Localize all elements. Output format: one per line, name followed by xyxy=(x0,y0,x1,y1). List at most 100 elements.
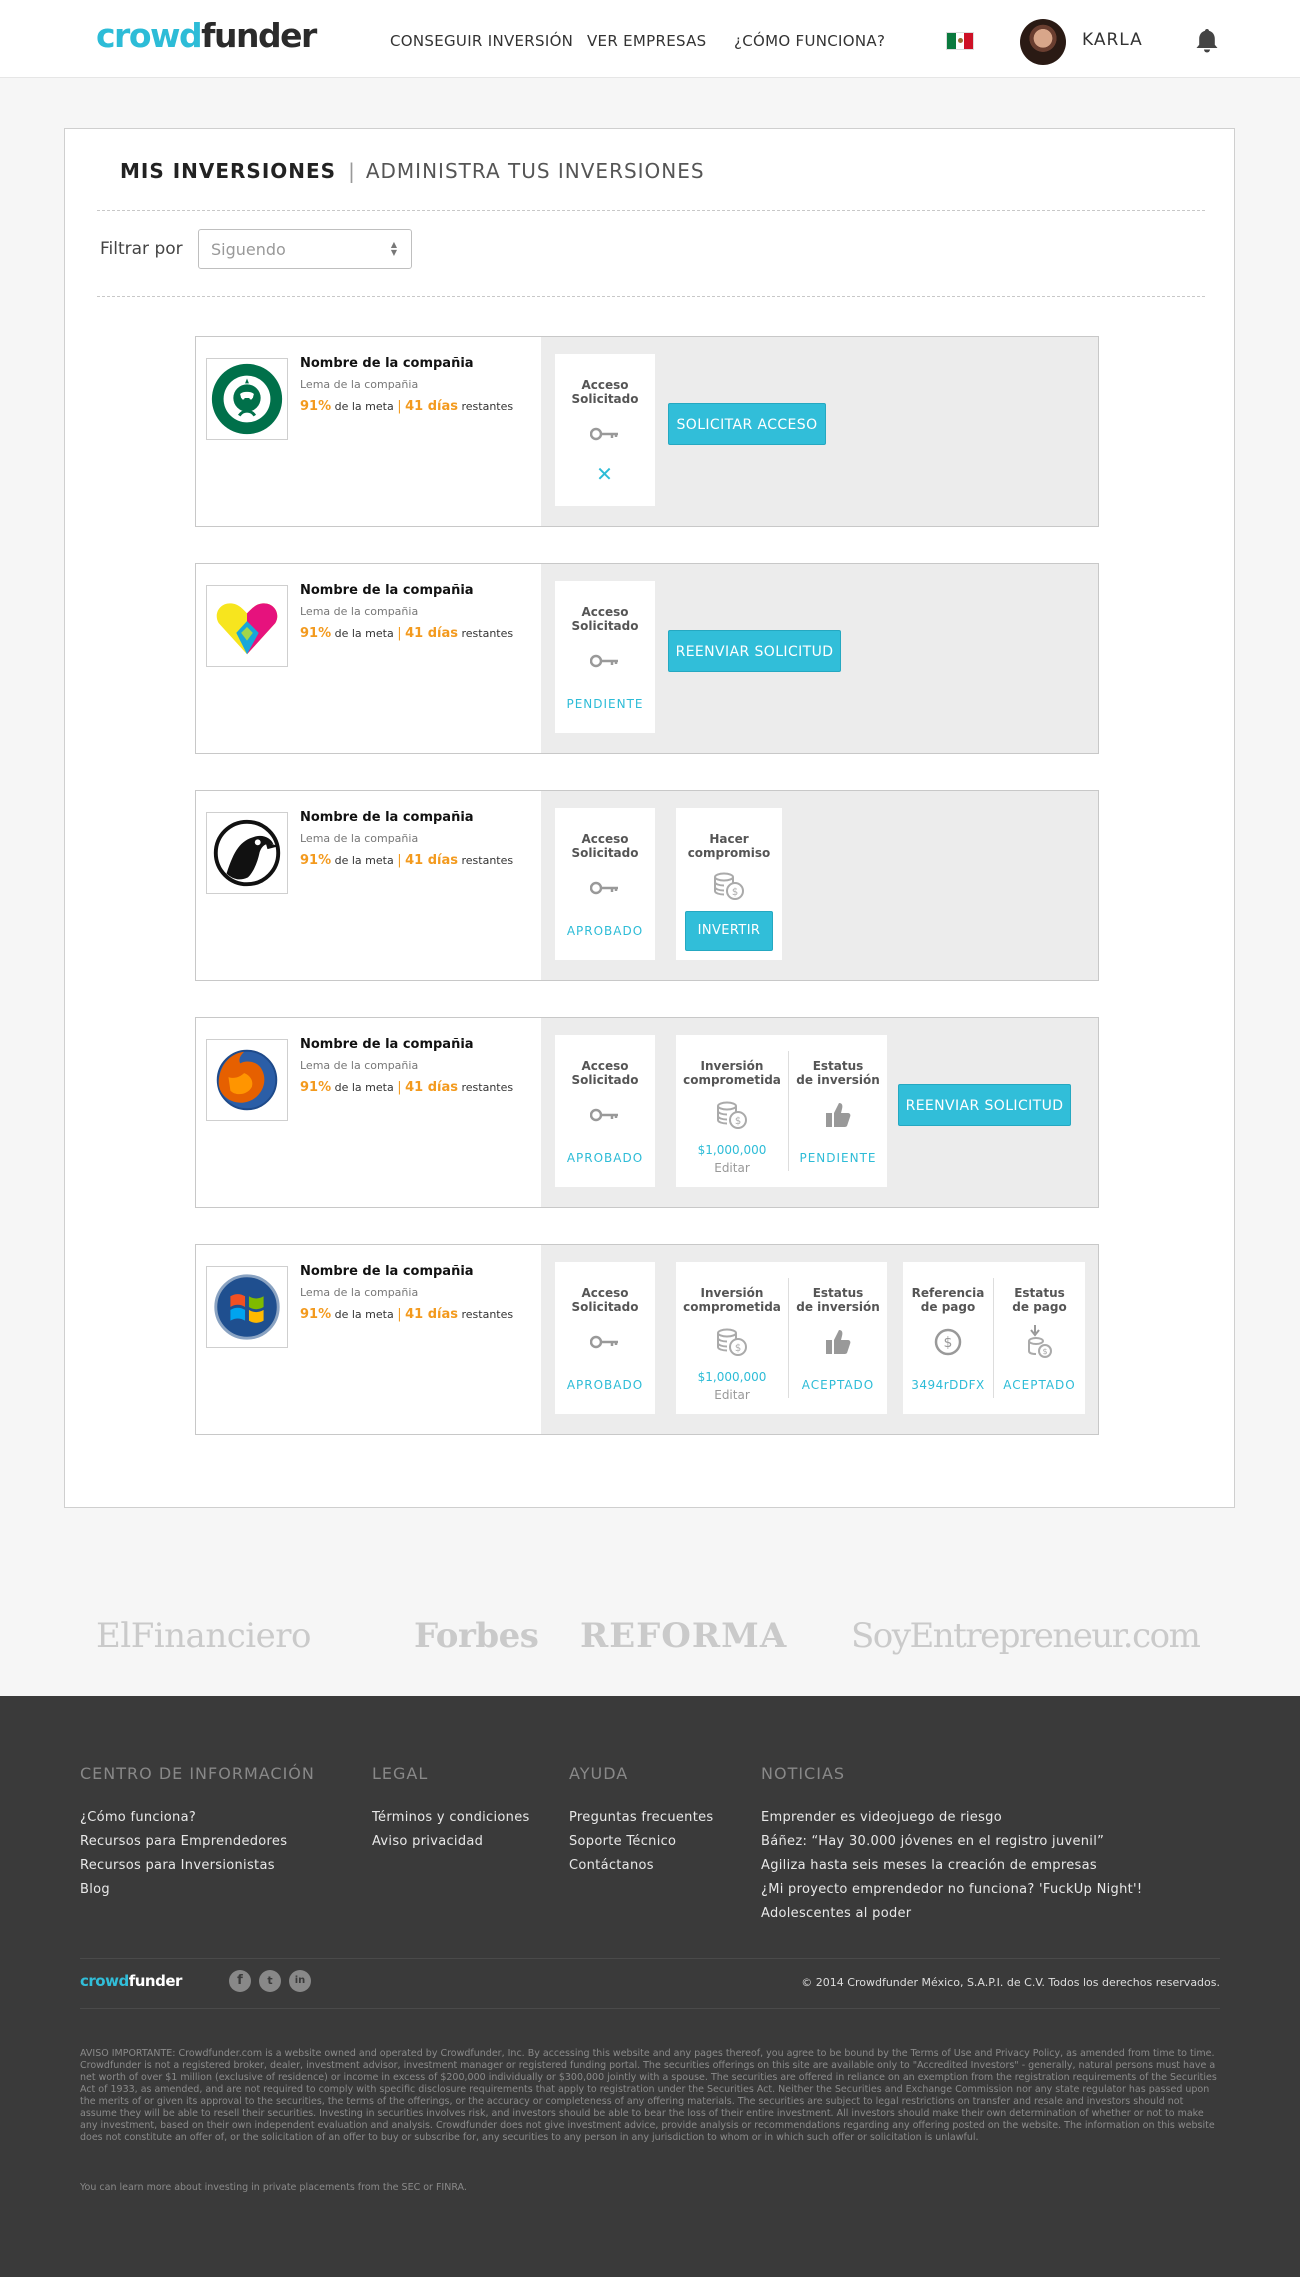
rejected-x-icon: ✕ xyxy=(596,462,614,486)
nav-ver-empresas[interactable]: VER EMPRESAS xyxy=(587,32,706,50)
footer-link[interactable]: Recursos para Inversionistas xyxy=(80,1858,275,1873)
investment-card: Nombre de la compañia Lema de la compañi… xyxy=(195,563,1099,754)
learn-more-text: You can learn more about investing in pr… xyxy=(80,2182,467,2193)
svg-text:$: $ xyxy=(732,887,738,898)
linkedin-icon[interactable]: in xyxy=(289,1970,311,1992)
footer-link[interactable]: Aviso privacidad xyxy=(372,1834,483,1849)
footer-news-link[interactable]: Emprender es videojuego de riesgo xyxy=(761,1810,1002,1825)
company-name[interactable]: Nombre de la compañia xyxy=(300,1037,474,1052)
investment-card: Nombre de la compañia Lema de la compañi… xyxy=(195,1017,1099,1208)
access-requested-tile: Acceso Solicitado APROBADO xyxy=(555,1035,655,1187)
avatar[interactable] xyxy=(1020,19,1066,65)
divider xyxy=(97,296,1205,297)
facebook-icon[interactable]: f xyxy=(229,1970,251,1992)
invest-button[interactable]: INVERTIR xyxy=(685,911,773,951)
copyright: © 2014 Crowdfunder México, S.A.P.I. de C… xyxy=(801,1976,1220,1989)
page-title: MIS INVERSIONES | ADMINISTRA TUS INVERSION… xyxy=(120,159,705,183)
funding-status: 91% de la meta | 41 días restantes xyxy=(300,399,514,414)
footer-heading-news: NOTICIAS xyxy=(761,1764,846,1783)
footer-link[interactable]: Términos y condiciones xyxy=(372,1810,530,1825)
footer-news-link[interactable]: Adolescentes al poder xyxy=(761,1906,911,1921)
company-logo[interactable] xyxy=(206,812,288,894)
divider xyxy=(97,210,1205,211)
company-info: Nombre de la compañia Lema de la compañi… xyxy=(196,564,541,753)
footer-link[interactable]: Blog xyxy=(80,1882,110,1897)
funding-status: 91% de la meta | 41 días restantes xyxy=(300,853,514,868)
key-icon xyxy=(590,1335,618,1349)
starbucks-logo-icon xyxy=(211,363,283,435)
footer-logo[interactable]: crowdfunder xyxy=(80,1972,182,1990)
select-arrows-icon: ▲ ▼ xyxy=(390,240,397,257)
footer-link[interactable]: Preguntas frecuentes xyxy=(569,1810,714,1825)
footer-link[interactable]: Contáctanos xyxy=(569,1858,654,1873)
status-badge: APROBADO xyxy=(566,924,644,938)
mexico-flag-icon[interactable] xyxy=(946,32,974,50)
company-logo[interactable] xyxy=(206,1039,288,1121)
company-name[interactable]: Nombre de la compañia xyxy=(300,356,474,371)
filter-select[interactable]: Siguendo ▲ ▼ xyxy=(198,229,412,269)
company-slogan: Lema de la compañia xyxy=(300,832,419,845)
footer-link[interactable]: Recursos para Emprendedores xyxy=(80,1834,287,1849)
investment-status: Estatus de inversión PENDIENTE xyxy=(789,1035,887,1187)
company-name[interactable]: Nombre de la compañia xyxy=(300,1264,474,1279)
committed-amount: $1,000,000 xyxy=(697,1143,767,1157)
user-name[interactable]: KARLA xyxy=(1082,30,1143,50)
resend-request-button[interactable]: REENVIAR SOLICITUD xyxy=(668,630,841,672)
company-name[interactable]: Nombre de la compañia xyxy=(300,810,474,825)
company-name[interactable]: Nombre de la compañia xyxy=(300,583,474,598)
status-badge: ACEPTADO xyxy=(801,1378,875,1392)
access-requested-tile: Acceso Solicitado APROBADO xyxy=(555,808,655,960)
status-badge: PENDIENTE xyxy=(799,1151,877,1165)
payment-status: Estatus de pago $ ACEPTADO xyxy=(994,1262,1085,1414)
investment-steps: Acceso Solicitado APROBADO Inversión compr… xyxy=(541,1018,1098,1207)
investment-steps: Acceso Solicitado PENDIENTE REENVIAR SOLI… xyxy=(541,564,1098,753)
edit-link[interactable]: Editar xyxy=(676,1161,788,1175)
investment-steps: Acceso Solicitado APROBADO Inversión compr… xyxy=(541,1245,1098,1434)
company-info: Nombre de la compañia Lema de la compañi… xyxy=(196,1018,541,1207)
company-slogan: Lema de la compañia xyxy=(300,1286,419,1299)
coin-download-icon: $ xyxy=(1027,1325,1052,1358)
edit-link[interactable]: Editar xyxy=(676,1388,788,1402)
payment-reference-code: 3494rDDFX xyxy=(911,1378,985,1392)
access-requested-tile: Acceso Solicitado ✕ xyxy=(555,354,655,506)
nav-como-funciona[interactable]: ¿CÓMO FUNCIONA? xyxy=(734,32,885,50)
company-slogan: Lema de la compañia xyxy=(300,1059,419,1072)
investment-card: Nombre de la compañia Lema de la compañi… xyxy=(195,1244,1099,1435)
windows-logo-icon xyxy=(214,1274,280,1340)
investment-tile: Inversión comprometida $ $1,000,000 Edita… xyxy=(676,1262,887,1414)
status-badge: APROBADO xyxy=(566,1378,644,1392)
request-access-button[interactable]: SOLICITAR ACCESO xyxy=(668,403,826,445)
filter-value: Siguendo xyxy=(211,240,286,259)
top-header: crowdfunder CONSEGUIR INVERSIÓN VER EMPR… xyxy=(0,0,1300,78)
company-logo[interactable] xyxy=(206,585,288,667)
nav-conseguir-inversion[interactable]: CONSEGUIR INVERSIÓN xyxy=(390,32,573,50)
resend-request-button[interactable]: REENVIAR SOLICITUD xyxy=(898,1084,1071,1126)
company-slogan: Lema de la compañia xyxy=(300,605,419,618)
svg-text:$: $ xyxy=(944,1335,953,1351)
svg-text:$: $ xyxy=(1042,1347,1047,1356)
footer-link[interactable]: Soporte Técnico xyxy=(569,1834,676,1849)
footer-news-link[interactable]: ¿Mi proyecto emprendedor no funciona? 'F… xyxy=(761,1882,1142,1897)
divider xyxy=(80,2008,1220,2009)
company-logo[interactable] xyxy=(206,1266,288,1348)
company-logo[interactable] xyxy=(206,358,288,440)
press-logo-soyentrepreneur: SoyEntrepreneur.com xyxy=(851,1616,1201,1656)
twitter-icon[interactable]: t xyxy=(259,1970,281,1992)
coins-icon: $ xyxy=(717,1328,747,1356)
key-icon xyxy=(590,654,618,668)
committed-investment: Inversión comprometida $ $1,000,000 Edita… xyxy=(676,1035,788,1187)
key-icon xyxy=(590,881,618,895)
bell-icon[interactable] xyxy=(1192,26,1222,56)
company-info: Nombre de la compañia Lema de la compañi… xyxy=(196,1245,541,1434)
make-commitment-tile: Hacer compromiso $ INVERTIR xyxy=(676,808,782,960)
access-requested-tile: Acceso Solicitado APROBADO xyxy=(555,1262,655,1414)
crowdfunder-logo[interactable]: crowdfunder xyxy=(96,16,317,55)
investment-tile: Inversión comprometida $ $1,000,000 Edita… xyxy=(676,1035,887,1187)
committed-investment: Inversión comprometida $ $1,000,000 Edita… xyxy=(676,1262,788,1414)
footer-news-link[interactable]: Báñez: “Hay 30.000 jóvenes en el registr… xyxy=(761,1834,1104,1849)
funding-status: 91% de la meta | 41 días restantes xyxy=(300,626,514,641)
divider xyxy=(80,1958,1220,1959)
footer-news-link[interactable]: Agiliza hasta seis meses la creación de … xyxy=(761,1858,1097,1873)
key-icon xyxy=(590,1108,618,1122)
footer-link[interactable]: ¿Cómo funciona? xyxy=(80,1810,196,1825)
